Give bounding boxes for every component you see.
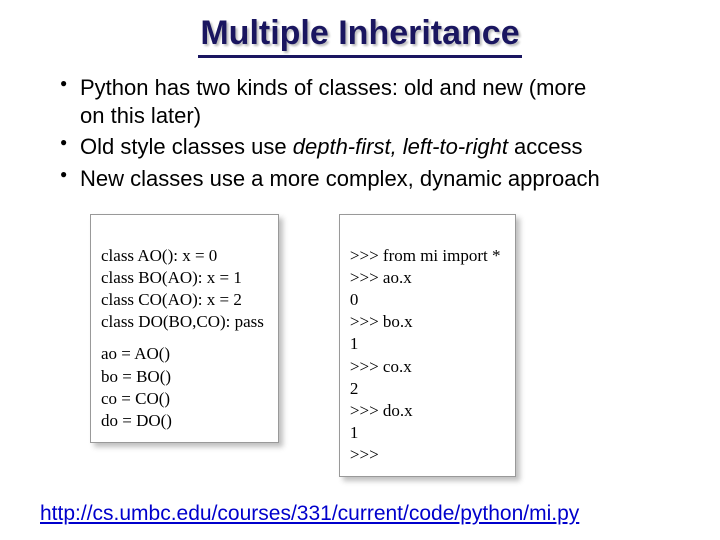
code-box-definitions: class AO(): x = 0 class BO(AO): x = 1 cl…	[90, 214, 279, 443]
code-box-repl: >>> from mi import * >>> ao.x 0 >>> bo.x…	[339, 214, 516, 477]
code-line: >>> co.x	[350, 357, 412, 376]
code-line: 0	[350, 290, 359, 309]
bullet-item: Old style classes use depth-first, left-…	[60, 133, 680, 161]
bullet-text-italic: depth-first, left-to-right	[293, 134, 508, 159]
code-line: >>> from mi import *	[350, 246, 501, 265]
code-line: class AO(): x = 0	[101, 246, 217, 265]
code-line: class CO(AO): x = 2	[101, 290, 242, 309]
source-link[interactable]: http://cs.umbc.edu/courses/331/current/c…	[40, 502, 579, 526]
bullet-list: Python has two kinds of classes: old and…	[0, 64, 720, 192]
slide-title: Multiple Inheritance	[198, 14, 521, 58]
code-line: bo = BO()	[101, 367, 171, 386]
bullet-item: Python has two kinds of classes: old and…	[60, 74, 680, 129]
code-line: 1	[350, 423, 359, 442]
code-line: >>> do.x	[350, 401, 413, 420]
bullet-text: New classes use a more complex, dynamic …	[80, 166, 600, 191]
code-line: >>> bo.x	[350, 312, 413, 331]
bullet-text: Python has two kinds of classes: old and…	[80, 75, 586, 100]
bullet-text: access	[508, 134, 583, 159]
code-line: 1	[350, 334, 359, 353]
code-line: >>> ao.x	[350, 268, 412, 287]
code-line: 2	[350, 379, 359, 398]
code-line: class DO(BO,CO): pass	[101, 312, 264, 331]
title-wrap: Multiple Inheritance	[0, 0, 720, 64]
code-line: do = DO()	[101, 411, 172, 430]
code-line: ao = AO()	[101, 344, 170, 363]
code-line: >>>	[350, 445, 379, 464]
code-line: co = CO()	[101, 389, 170, 408]
bullet-text: Old style classes use	[80, 134, 293, 159]
code-line: class BO(AO): x = 1	[101, 268, 242, 287]
code-gap	[101, 333, 264, 343]
bullet-text: on this later)	[80, 103, 201, 128]
bullet-item: New classes use a more complex, dynamic …	[60, 165, 680, 193]
code-columns: class AO(): x = 0 class BO(AO): x = 1 cl…	[0, 196, 720, 477]
